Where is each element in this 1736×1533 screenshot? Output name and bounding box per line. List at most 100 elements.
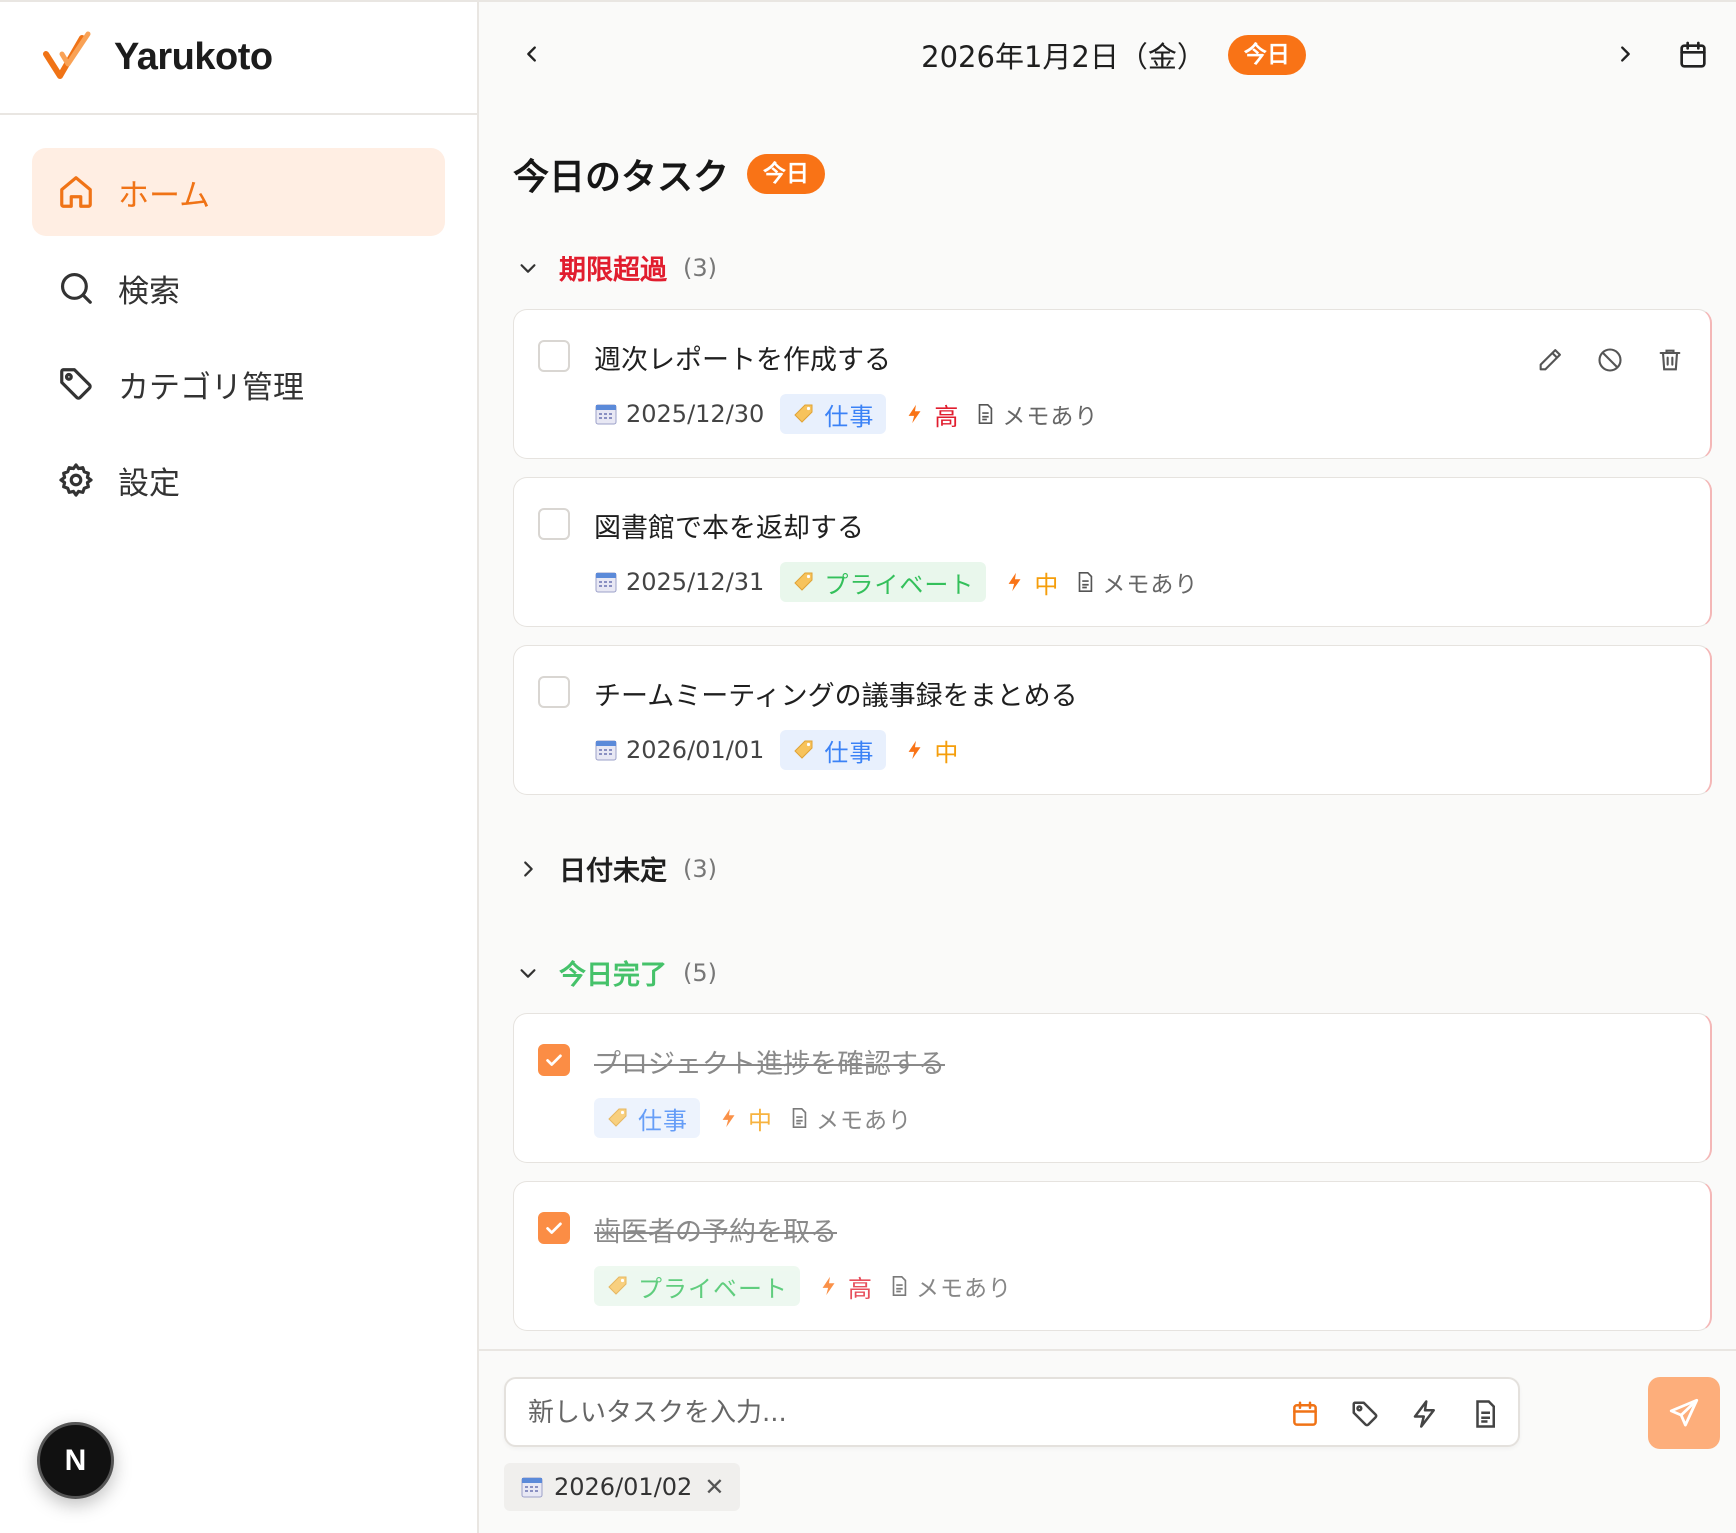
task-card[interactable]: プロジェクト進捗を確認する 仕事 中 メモあり	[513, 1013, 1712, 1163]
task-title: 歯医者の予約を取る	[594, 1217, 837, 1248]
composer-tools	[1262, 1397, 1502, 1431]
remove-date-button[interactable]: ✕	[704, 1473, 724, 1501]
priority-label: 中	[1034, 570, 1059, 599]
task-title: プロジェクト進捗を確認する	[594, 1049, 945, 1080]
calendar-button[interactable]	[1676, 38, 1710, 72]
task-checkbox[interactable]	[538, 676, 570, 708]
selected-date-text: 2026/01/02	[554, 1473, 693, 1501]
priority-indicator: 中	[904, 733, 958, 768]
task-due-date-text: 2026/01/01	[626, 736, 765, 764]
category-chip[interactable]: プライベート	[780, 562, 987, 602]
page-title: 今日のタスク	[513, 157, 730, 198]
chevron-right-icon	[513, 854, 543, 884]
section-overdue-label: 期限超過	[559, 255, 667, 286]
label-emoji-icon	[794, 404, 813, 423]
chevron-right-icon	[1621, 46, 1630, 62]
sidebar-item-categories[interactable]: カテゴリ管理	[32, 340, 445, 428]
task-checkbox[interactable]	[538, 340, 570, 372]
set-date-button[interactable]	[1288, 1397, 1322, 1431]
lightning-icon	[908, 740, 921, 760]
task-card[interactable]: チームミーティングの議事録をまとめる 2026/01/01 仕事 中	[513, 645, 1712, 795]
category-chip[interactable]: プライベート	[594, 1266, 800, 1306]
section-done-toggle[interactable]: 今日完了 (5)	[513, 953, 717, 992]
lightning-icon	[822, 1276, 835, 1296]
send-icon	[1669, 1398, 1699, 1427]
task-checkbox-checked[interactable]	[538, 1212, 570, 1244]
home-icon	[56, 172, 96, 212]
yarukoto-logo-icon	[43, 31, 91, 79]
set-priority-button[interactable]	[1408, 1397, 1442, 1431]
skip-button[interactable]	[1594, 344, 1626, 376]
search-icon	[56, 268, 96, 308]
priority-indicator: 中	[718, 1101, 772, 1136]
new-task-box	[504, 1377, 1520, 1447]
sidebar-item-label: 設定	[118, 465, 180, 502]
next-day-button[interactable]	[1609, 38, 1641, 70]
send-button[interactable]	[1648, 1377, 1720, 1449]
document-icon	[979, 404, 993, 424]
memo-label: メモあり	[1002, 404, 1099, 430]
memo-indicator: メモあり	[1074, 565, 1198, 599]
set-category-button[interactable]	[1348, 1397, 1382, 1431]
priority-label: 高	[848, 1274, 872, 1303]
task-checkbox[interactable]	[538, 508, 570, 540]
sidebar-item-settings[interactable]: 設定	[32, 436, 445, 524]
sidebar-item-home[interactable]: ホーム	[32, 148, 445, 236]
delete-button[interactable]	[1654, 344, 1686, 376]
edit-button[interactable]	[1534, 344, 1566, 376]
section-done-count: (5)	[683, 958, 717, 987]
task-actions	[1506, 344, 1686, 376]
sidebar-nav: ホーム 検索 カテゴリ管理 設定	[0, 115, 477, 524]
sidebar-item-search[interactable]: 検索	[32, 244, 445, 332]
label-emoji-icon	[608, 1276, 627, 1295]
new-task-input[interactable]	[528, 1393, 1328, 1433]
label-emoji-icon	[608, 1108, 627, 1127]
category-chip[interactable]: 仕事	[780, 730, 887, 770]
priority-label: 高	[934, 402, 959, 431]
task-title: 図書館で本を返却する	[594, 513, 864, 544]
document-icon	[1079, 572, 1093, 592]
calendar-emoji-icon	[595, 572, 617, 593]
task-card[interactable]: 週次レポートを作成する 2025/12/30 仕事 高 メモあり	[513, 309, 1712, 459]
document-icon	[892, 1276, 907, 1296]
task-due-date: 2026/01/01	[594, 736, 764, 764]
section-overdue-toggle[interactable]: 期限超過 (3)	[513, 248, 717, 287]
lightning-icon	[722, 1108, 735, 1128]
calendar-emoji-icon	[595, 740, 617, 761]
chevron-down-icon	[513, 253, 543, 283]
task-due-date-text: 2025/12/30	[626, 400, 765, 428]
category-chip[interactable]: 仕事	[780, 394, 887, 434]
category-label: 仕事	[824, 402, 875, 431]
task-due-date-text: 2025/12/31	[626, 568, 765, 596]
dev-tools-badge[interactable]: N	[37, 1422, 114, 1499]
add-memo-button[interactable]	[1468, 1397, 1502, 1431]
task-title: 週次レポートを作成する	[594, 345, 891, 376]
sidebar-item-label: 検索	[118, 273, 180, 310]
task-checkbox-checked[interactable]	[538, 1044, 570, 1076]
brand[interactable]: Yarukoto	[0, 2, 477, 115]
task-due-date: 2025/12/31	[594, 568, 764, 596]
check-icon	[546, 1222, 562, 1234]
lightning-icon	[908, 404, 921, 424]
memo-indicator: メモあり	[974, 397, 1098, 431]
memo-label: メモあり	[916, 1276, 1012, 1302]
section-undated-count: (3)	[683, 854, 717, 883]
category-chip[interactable]: 仕事	[594, 1098, 700, 1138]
chevron-down-icon	[513, 958, 543, 988]
calendar-icon	[1293, 1401, 1317, 1426]
task-card[interactable]: 歯医者の予約を取る プライベート 高 メモあり	[513, 1181, 1712, 1331]
pencil-icon	[1539, 349, 1561, 371]
label-emoji-icon	[794, 740, 813, 759]
task-card[interactable]: 図書館で本を返却する 2025/12/31 プライベート 中 メモあり	[513, 477, 1712, 627]
tag-icon	[56, 364, 96, 404]
task-meta: 2025/12/31 プライベート 中 メモあり	[594, 562, 1198, 602]
sidebar-item-label: ホーム	[118, 177, 211, 214]
task-meta: 2025/12/30 仕事 高 メモあり	[594, 394, 1098, 434]
today-badge[interactable]: 今日	[1227, 35, 1306, 75]
calendar-icon	[1680, 41, 1706, 68]
current-date-label: 2026年1月2日（金）	[921, 40, 1206, 74]
calendar-emoji-icon	[521, 1477, 543, 1498]
section-undated-toggle[interactable]: 日付未定 (3)	[513, 849, 717, 888]
sidebar-item-label: カテゴリ管理	[118, 369, 304, 406]
gear-icon	[56, 460, 96, 500]
